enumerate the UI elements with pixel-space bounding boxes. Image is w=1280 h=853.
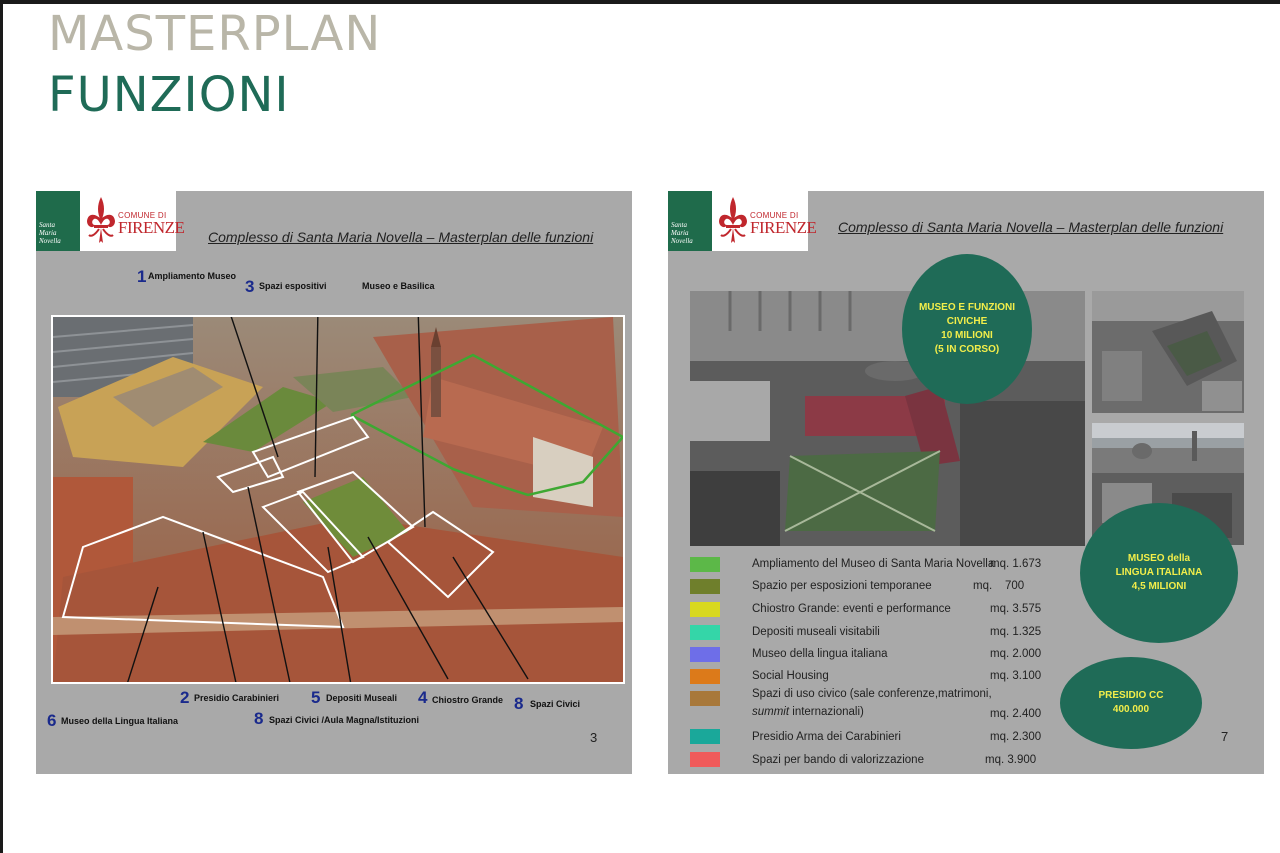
legend-value: mq. 2.300 [990, 731, 1042, 743]
legend-label: Museo della lingua italiana [752, 648, 888, 660]
legend-label: Ampliamento del Museo di Santa Maria Nov… [752, 558, 995, 570]
slide-page-number: 7 [1221, 729, 1229, 744]
legend-label: Social Housing [752, 670, 829, 682]
legend-label: Spazi per bando di valorizzazione [752, 754, 924, 766]
label-number-6: 6 [47, 711, 57, 730]
info-circle-presidio: PRESIDIO CC 400.000 [1060, 657, 1202, 749]
label-number-8a: 8 [514, 694, 524, 713]
aerial-photo-piazza [1092, 291, 1244, 413]
fleur-de-lis-icon [719, 197, 747, 243]
legend-label: Spazio per esposizioni temporanee [752, 580, 932, 592]
label-chiostro-grande: Chiostro Grande [432, 695, 504, 705]
legend-swatch [690, 602, 720, 617]
legend-value: mq. 3.100 [990, 670, 1042, 682]
label-depositi-museali: Depositi Museali [326, 693, 398, 703]
slide-page-number: 3 [590, 730, 598, 745]
label-ampliamento-museo: Ampliamento Museo [148, 271, 237, 281]
fleur-de-lis-icon [87, 197, 115, 243]
aerial-photo-santa-maria-novella [51, 315, 625, 684]
legend-value: mq. 2.400 [990, 708, 1042, 720]
label-spazi-civici: Spazi Civici [530, 699, 581, 709]
logo-green-block: Santa Maria Novella [36, 191, 80, 251]
slide-7: Santa Maria Novella COMUNE DI FIRENZE Co… [668, 191, 1264, 774]
legend-value: mq. 1.325 [990, 626, 1042, 638]
legend-label: Chiostro Grande: eventi e performance [752, 603, 951, 615]
legend-label: Spazi di uso civico (sale conferenze,mat… [752, 688, 992, 700]
label-presidio-carabinieri: Presidio Carabinieri [194, 693, 280, 703]
page-subtitle: FUNZIONI [48, 67, 290, 123]
legend-label: Presidio Arma dei Carabinieri [752, 731, 901, 743]
logo-green-block: Santa Maria Novella [668, 191, 712, 251]
legend-label: Depositi museali visitabili [752, 626, 880, 638]
label-number-8b: 8 [254, 709, 264, 728]
label-spazi-espositivi: Spazi espositivi [259, 281, 327, 291]
legend-value: mq. 3.575 [990, 603, 1042, 615]
logo-city-text: FIRENZE [750, 218, 817, 237]
label-number-4: 4 [418, 688, 428, 707]
slide-title: Complesso di Santa Maria Novella – Maste… [208, 229, 594, 245]
firenze-logo: COMUNE DI FIRENZE [712, 191, 817, 251]
info-circle-museo-funzioni: MUSEO E FUNZIONI CIVICHE 10 MILIONI (5 I… [902, 254, 1032, 404]
legend-label-line2: summit internazionali) [752, 706, 864, 718]
logo-sidebar-text: Santa Maria Novella [671, 221, 693, 245]
info-circle-museo-lingua: MUSEO della LINGUA ITALIANA 4,5 MILIONI [1080, 503, 1238, 643]
legend-swatch [690, 579, 720, 594]
left-border [0, 0, 3, 853]
legend-swatch [690, 625, 720, 640]
label-number-5: 5 [311, 688, 321, 707]
label-museo-lingua-italiana: Museo della Lingua Italiana [61, 716, 179, 726]
page-title: MASTERPLAN [48, 6, 382, 62]
label-spazi-civici-aula-magna: Spazi Civici /Aula Magna/Istituzioni [269, 715, 420, 725]
legend-swatch [690, 691, 720, 706]
legend-value: mq. 700 [973, 580, 1025, 592]
legend-swatch [690, 752, 720, 767]
legend-value: mq. 3.900 [985, 754, 1037, 766]
legend-swatch [690, 557, 720, 572]
legend-value: mq. 1.673 [990, 558, 1042, 570]
legend-swatch [690, 669, 720, 684]
logo-sidebar-text: Santa Maria Novella [39, 221, 61, 245]
firenze-logo: COMUNE DI FIRENZE [80, 191, 185, 251]
legend-value: mq. 2.000 [990, 648, 1042, 660]
label-number-2: 2 [180, 688, 190, 707]
logo-city-text: FIRENZE [118, 218, 185, 237]
top-border [0, 0, 1280, 4]
label-museo-e-basilica: Museo e Basilica [362, 281, 435, 291]
label-number-3: 3 [245, 277, 255, 296]
slide-3: Santa Maria Novella COMUNE DI FIRENZE Co… [36, 191, 632, 774]
label-number-1: 1 [137, 267, 147, 286]
slide-title: Complesso di Santa Maria Novella – Maste… [838, 219, 1224, 235]
legend-swatch [690, 729, 720, 744]
legend-swatch [690, 647, 720, 662]
